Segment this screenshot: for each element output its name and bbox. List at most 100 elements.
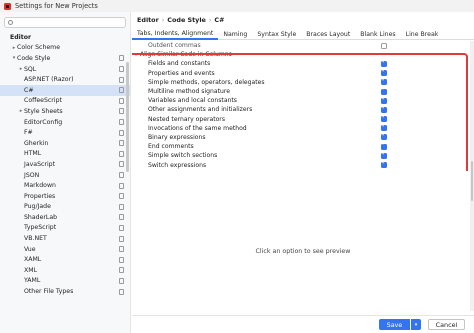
sidebar-item-style-sheets[interactable]: ▸ Style Sheets <box>0 106 130 117</box>
tab-syntax-style[interactable]: Syntax Style <box>252 28 301 40</box>
option-row[interactable]: Multiline method signature <box>132 86 468 96</box>
option-checkbox[interactable] <box>381 68 387 77</box>
sidebar-item-label: Style Sheets <box>24 107 63 115</box>
window-title: Settings for New Projects <box>15 2 98 10</box>
project-scope-icon <box>119 203 124 210</box>
sidebar-item-label: SQL <box>24 65 37 73</box>
option-row[interactable]: Switch expressions <box>132 160 468 169</box>
options-scrollbar[interactable] <box>470 41 474 311</box>
option-row[interactable]: Simple methods, operators, delegates <box>132 77 468 87</box>
option-checkbox[interactable] <box>381 42 387 49</box>
breadcrumb-separator: › <box>208 16 212 24</box>
project-scope-icon <box>119 172 124 179</box>
sidebar-item-markdown[interactable]: Markdown <box>0 180 130 191</box>
sidebar-item-html[interactable]: HTML <box>0 149 130 160</box>
option-label: Multiline method signature <box>148 88 231 96</box>
option-checkbox[interactable] <box>381 114 387 123</box>
tab-braces-layout[interactable]: Braces Layout <box>301 28 355 40</box>
sidebar-item-json[interactable]: JSON <box>0 170 130 181</box>
project-scope-icon <box>119 97 124 104</box>
tab-tabs-indents-alignment[interactable]: Tabs, Indents, Alignment <box>132 28 219 40</box>
save-dropdown-button[interactable]: ▾ <box>411 319 421 330</box>
sidebar-item-c[interactable]: C# <box>0 84 130 96</box>
breadcrumb: Editor › Code Style › C# <box>137 15 224 25</box>
project-scope-icon <box>119 267 124 274</box>
sidebar-item-vue[interactable]: Vue <box>0 244 130 255</box>
settings-search-input[interactable] <box>4 17 126 28</box>
sidebar-item-label: C# <box>24 86 34 94</box>
option-checkbox[interactable] <box>381 141 387 150</box>
option-checkbox[interactable] <box>381 86 387 95</box>
sidebar-item-pug-jade[interactable]: Pug/Jade <box>0 202 130 213</box>
sidebar-item-f[interactable]: F# <box>0 127 130 138</box>
project-scope-icon <box>119 235 124 242</box>
option-row[interactable]: Binary expressions <box>132 132 468 142</box>
option-row[interactable]: Simple switch sections <box>132 151 468 160</box>
sidebar-item-color-scheme[interactable]: ▸ Color Scheme <box>0 43 130 54</box>
sidebar-item-gherkin[interactable]: Gherkin <box>0 138 130 149</box>
sidebar-item-properties[interactable]: Properties <box>0 191 130 202</box>
option-checkbox[interactable] <box>381 151 387 159</box>
save-button[interactable]: Save <box>379 319 410 330</box>
sidebar-item-vb-net[interactable]: VB.NET <box>0 233 130 244</box>
sidebar-item-other-file-types[interactable]: Other File Types <box>0 286 130 297</box>
sidebar-item-label: XAML <box>24 256 42 264</box>
option-row[interactable]: Invocations of the same method <box>132 123 468 133</box>
option-row[interactable]: Nested ternary operators <box>132 114 468 124</box>
option-row[interactable]: Properties and events <box>132 68 468 78</box>
sidebar-item-yaml[interactable]: YAML <box>0 276 130 287</box>
sidebar-item-code-style[interactable]: ▾ Code Style <box>0 53 130 64</box>
settings-main-panel: Editor › Code Style › C# Tabs, Indents, … <box>132 12 474 333</box>
tab-line-break[interactable]: Line Break <box>401 28 444 40</box>
option-checkbox[interactable] <box>381 77 387 86</box>
tab-naming[interactable]: Naming <box>218 28 252 40</box>
sidebar-item-label: JavaScript <box>24 160 56 168</box>
settings-sidebar: Editor ▸ Color Scheme ▾ Code Style ▸ SQL ASP.NE… <box>0 12 131 333</box>
option-label: Nested ternary operators <box>148 115 225 123</box>
project-scope-icon <box>119 182 124 189</box>
sidebar-item-javascript[interactable]: JavaScript <box>0 159 130 170</box>
project-scope-icon <box>119 246 124 253</box>
chevron-down-icon[interactable]: ▾ <box>132 52 140 58</box>
sidebar-item-label: Pug/Jade <box>24 203 51 211</box>
option-row[interactable]: Other assignments and initializers <box>132 105 468 114</box>
cancel-button[interactable]: Cancel <box>428 319 465 330</box>
option-row[interactable]: Variables and local constants <box>132 96 468 105</box>
option-row[interactable]: End comments <box>132 141 468 151</box>
project-scope-icon <box>119 277 124 284</box>
option-checkbox[interactable] <box>381 160 387 169</box>
sidebar-item-coffeescript[interactable]: CoffeeScript <box>0 96 130 107</box>
project-scope-icon <box>119 129 124 136</box>
option-label: Simple methods, operators, delegates <box>148 78 265 86</box>
option-group-align-columns[interactable]: ▾ Align Similar Code in Columns <box>132 50 468 59</box>
option-checkbox[interactable] <box>381 105 387 113</box>
project-scope-icon <box>119 256 124 263</box>
sidebar-item-label: Markdown <box>24 182 56 190</box>
sidebar-item-xaml[interactable]: XAML <box>0 254 130 265</box>
option-checkbox[interactable] <box>381 123 387 132</box>
sidebar-item-editorconfig[interactable]: EditorConfig <box>0 117 130 128</box>
tab-blank-lines[interactable]: Blank Lines <box>355 28 400 40</box>
app-logo-icon <box>4 2 11 10</box>
option-label: Fields and constants <box>148 60 211 68</box>
option-label: End comments <box>148 143 194 151</box>
sidebar-scrollbar[interactable] <box>126 62 129 172</box>
option-checkbox[interactable] <box>381 59 387 67</box>
sidebar-item-shaderlab[interactable]: ShaderLab <box>0 212 130 223</box>
sidebar-item-typescript[interactable]: TypeScript <box>0 223 130 234</box>
project-scope-icon <box>119 76 124 83</box>
sidebar-item-xml[interactable]: XML <box>0 265 130 276</box>
sidebar-item-editor[interactable]: Editor <box>0 32 130 43</box>
project-scope-icon <box>119 87 124 94</box>
option-checkbox[interactable] <box>381 96 387 104</box>
sidebar-item-sql[interactable]: ▸ SQL <box>0 64 130 75</box>
search-icon <box>8 20 13 25</box>
breadcrumb-separator: › <box>161 16 165 24</box>
option-checkbox[interactable] <box>381 132 387 141</box>
sidebar-item-label: ASP.NET (Razor) <box>24 76 74 84</box>
option-row-outdent-commas[interactable]: Outdent commas <box>132 41 468 50</box>
sidebar-item-label: EditorConfig <box>24 118 63 126</box>
breadcrumb-csharp: C# <box>214 16 225 24</box>
sidebar-item-asp-net-razor[interactable]: ASP.NET (Razor) <box>0 74 130 85</box>
option-row[interactable]: Fields and constants <box>132 59 468 68</box>
